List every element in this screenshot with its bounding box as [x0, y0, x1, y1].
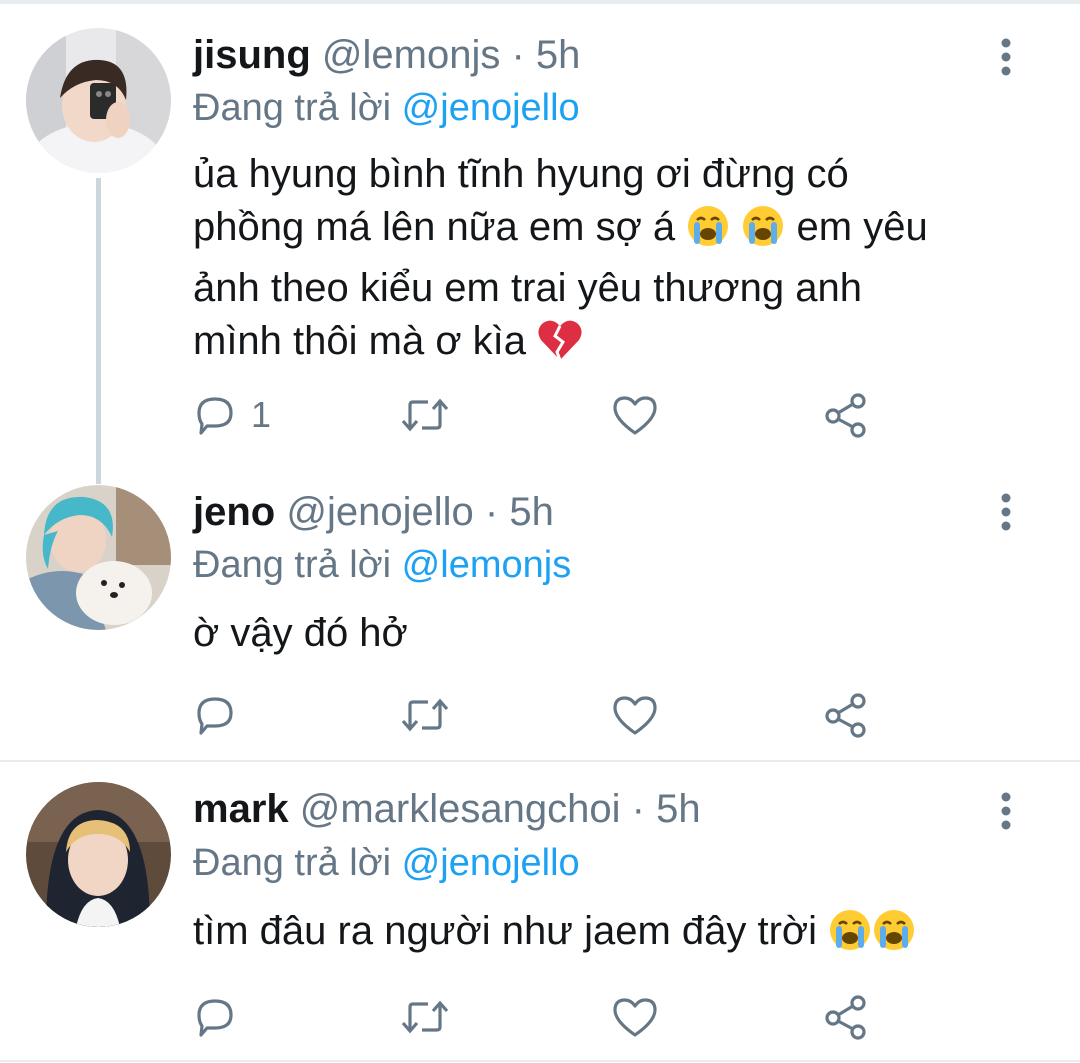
- tweet-text-line: ờ vậy đó hở: [193, 611, 408, 655]
- more-vertical-icon: [1001, 792, 1011, 830]
- reply-prefix: Đang trả lời: [193, 842, 392, 884]
- share-icon: [825, 995, 866, 1040]
- share-button[interactable]: [823, 992, 869, 1042]
- tweet-text-line: tìm đâu ra người như jaem đây trời: [193, 905, 1013, 966]
- reply-prefix: Đang trả lời: [193, 87, 392, 129]
- like-button[interactable]: [611, 690, 659, 740]
- tweet-text: ủa hyung bình tĩnh hyung ơi đừng có phồn…: [193, 148, 1013, 376]
- more-vertical-icon: [1001, 38, 1011, 76]
- display-name[interactable]: jisung: [193, 33, 311, 77]
- thread-line: [96, 178, 101, 484]
- crying-emoji-icon: [872, 908, 916, 966]
- tweet-text-line: ủa hyung bình tĩnh hyung ơi đừng có: [193, 152, 849, 196]
- heart-icon: [613, 696, 657, 735]
- tweet-text-segment: em yêu: [796, 205, 928, 249]
- retweet-icon: [401, 398, 449, 432]
- display-name[interactable]: jeno: [193, 490, 275, 534]
- tweet-header: jeno @jenojello · 5h: [193, 487, 554, 537]
- heart-icon: [613, 396, 657, 435]
- bottom-divider: [0, 1060, 1080, 1062]
- crying-emoji-icon: [828, 908, 872, 966]
- more-options-button[interactable]: [995, 37, 1017, 77]
- heart-icon: [613, 998, 657, 1037]
- more-vertical-icon: [1001, 493, 1011, 531]
- reply-icon: [197, 397, 233, 435]
- tweet-text-segment: tìm đâu ra người như jaem đây trời: [193, 909, 818, 953]
- timestamp[interactable]: 5h: [656, 787, 701, 831]
- crying-emoji-icon: [741, 204, 785, 262]
- replying-to: Đang trả lời @lemonjs: [193, 540, 571, 590]
- retweet-button[interactable]: [400, 390, 450, 440]
- user-handle[interactable]: @marklesangchoi: [300, 787, 621, 831]
- reply-icon: [197, 999, 233, 1037]
- tweet-jisung[interactable]: jisung @lemonjs · 5h Đang trả lời @jenoj…: [0, 0, 1080, 484]
- tweet-header: jisung @lemonjs · 5h: [193, 30, 580, 80]
- retweet-button[interactable]: [400, 690, 450, 740]
- reply-button[interactable]: 1: [193, 390, 271, 440]
- replying-to: Đang trả lời @jenojello: [193, 838, 580, 888]
- share-icon: [825, 693, 866, 738]
- tweet-actions: [193, 690, 893, 740]
- share-button[interactable]: [823, 690, 869, 740]
- mention-link[interactable]: @jenojello: [402, 842, 580, 884]
- tweet-text-segment: mình thôi mà ơ kìa: [193, 319, 527, 363]
- reply-button[interactable]: [193, 992, 251, 1042]
- avatar[interactable]: [26, 782, 171, 927]
- avatar[interactable]: [26, 485, 171, 630]
- more-options-button[interactable]: [995, 492, 1017, 532]
- display-name[interactable]: mark: [193, 787, 289, 831]
- mention-link[interactable]: @jenojello: [402, 87, 580, 129]
- more-options-button[interactable]: [995, 791, 1017, 831]
- crying-emoji-icon: [686, 204, 730, 262]
- retweet-icon: [401, 1000, 449, 1034]
- tweet-actions: [193, 992, 893, 1042]
- timestamp[interactable]: 5h: [509, 490, 554, 534]
- reply-prefix: Đang trả lời: [193, 544, 392, 586]
- like-button[interactable]: [611, 390, 659, 440]
- tweet-text: ờ vậy đó hở: [193, 607, 1013, 660]
- replying-to: Đang trả lời @jenojello: [193, 83, 580, 133]
- tweet-actions: 1: [193, 390, 893, 440]
- tweet-text: tìm đâu ra người như jaem đây trời: [193, 905, 1013, 966]
- reply-button[interactable]: [193, 690, 251, 740]
- avatar[interactable]: [26, 28, 171, 173]
- separator-dot: ·: [484, 490, 499, 534]
- reply-count: 1: [251, 394, 272, 435]
- tweet-text-segment: phồng má lên nữa em sợ á: [193, 205, 676, 249]
- retweet-button[interactable]: [400, 992, 450, 1042]
- broken-heart-emoji-icon: [537, 318, 583, 376]
- separator-dot: ·: [631, 787, 645, 831]
- tweet-header: mark @marklesangchoi · 5h: [193, 784, 701, 834]
- tweet-text-line: ảnh theo kiểu em trai yêu thương anh: [193, 266, 862, 310]
- share-icon: [825, 393, 866, 438]
- tweet-text-line: mình thôi mà ơ kìa: [193, 315, 1013, 376]
- mention-link[interactable]: @lemonjs: [402, 544, 572, 586]
- share-button[interactable]: [823, 390, 869, 440]
- user-handle[interactable]: @lemonjs: [322, 33, 500, 77]
- like-button[interactable]: [611, 992, 659, 1042]
- user-handle[interactable]: @jenojello: [286, 490, 473, 534]
- timestamp[interactable]: 5h: [536, 33, 581, 77]
- tweet-text-line: phồng má lên nữa em sợ á em yêu: [193, 201, 1013, 262]
- separator-dot: ·: [511, 33, 525, 77]
- tweet-mark[interactable]: mark @marklesangchoi · 5h Đang trả lời @…: [0, 762, 1080, 1061]
- reply-icon: [197, 697, 233, 735]
- tweet-jeno[interactable]: jeno @jenojello · 5h Đang trả lời @lemon…: [0, 470, 1080, 760]
- retweet-icon: [401, 698, 449, 732]
